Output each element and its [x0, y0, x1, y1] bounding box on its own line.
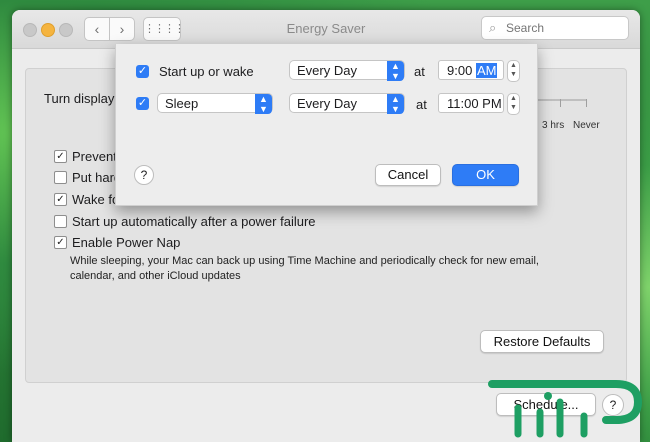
start-up-frequency-popup[interactable]: Every Day ▲ ▼ [289, 60, 405, 81]
popup-value: Every Day [297, 96, 357, 111]
option-prevent[interactable]: Prevent [54, 149, 117, 164]
search-input[interactable] [504, 19, 626, 37]
time-value[interactable]: 9:00 [447, 63, 472, 78]
option-wake-for-network[interactable]: Wake fo [54, 192, 119, 207]
power-nap-description: While sleeping, your Mac can back up usi… [70, 255, 539, 282]
up-down-arrows-icon: ▲ ▼ [255, 94, 272, 114]
slider-label-3hrs: 3 hrs [542, 120, 565, 131]
option-label: Put hard [72, 170, 122, 185]
sleep-checkbox[interactable] [136, 97, 149, 110]
checkbox[interactable] [54, 215, 67, 228]
checkbox[interactable] [54, 150, 67, 163]
turn-display-label: Turn display [44, 91, 115, 106]
option-enable-power-nap[interactable]: Enable Power Nap [54, 235, 180, 250]
start-up-label: Start up or wake [159, 64, 254, 79]
popup-value: Every Day [297, 63, 357, 78]
sleep-action-popup[interactable]: Sleep ▲ ▼ [157, 93, 273, 114]
search-icon: ⌕ [489, 20, 497, 35]
option-label: Start up automatically after a power fai… [72, 214, 316, 229]
option-put-hard-disks[interactable]: Put hard [54, 170, 121, 185]
slider-label-never: Never [573, 120, 600, 131]
option-label: Prevent [72, 149, 117, 164]
sleep-time-field[interactable]: 11:00 PM [438, 93, 504, 113]
option-label: Wake fo [72, 192, 120, 207]
schedule-sheet: Start up or wake Every Day ▲▼ at 9:00 AM… [115, 44, 538, 206]
checkbox[interactable] [54, 171, 67, 184]
at-label: at [414, 64, 425, 79]
slider-tick [560, 99, 561, 107]
start-up-time-stepper[interactable]: ▲ ▼ [507, 60, 520, 82]
start-up-checkbox[interactable] [136, 65, 149, 78]
sleep-frequency-popup[interactable]: Every Day ▲ ▼ [289, 93, 405, 114]
popup-value: Sleep [165, 96, 199, 111]
up-down-arrows-icon: ▲ ▼ [387, 94, 404, 114]
display-sleep-slider[interactable] [538, 99, 586, 101]
time-value[interactable]: 11:00 PM [447, 96, 502, 111]
search-field[interactable]: ⌕ [481, 16, 629, 40]
ampm-value[interactable]: AM [475, 63, 498, 78]
sleep-time-stepper[interactable]: ▲ ▼ [507, 93, 520, 115]
checkbox[interactable] [54, 236, 67, 249]
at-label: at [416, 97, 427, 112]
option-label: Enable Power Nap [72, 235, 181, 250]
up-down-arrows-icon: ▲ ▼ [387, 61, 404, 81]
slider-tick [586, 99, 587, 107]
ok-button[interactable]: OK [452, 164, 519, 186]
start-up-time-field[interactable]: 9:00 AM [438, 60, 504, 80]
option-start-after-power-failure[interactable]: Start up automatically after a power fai… [54, 214, 316, 229]
cancel-button[interactable]: Cancel [375, 164, 441, 186]
checkbox[interactable] [54, 193, 67, 206]
help-button[interactable]: ? [134, 165, 154, 185]
watermark-logo-icon [488, 380, 643, 438]
restore-defaults-button[interactable]: Restore Defaults [480, 330, 604, 353]
